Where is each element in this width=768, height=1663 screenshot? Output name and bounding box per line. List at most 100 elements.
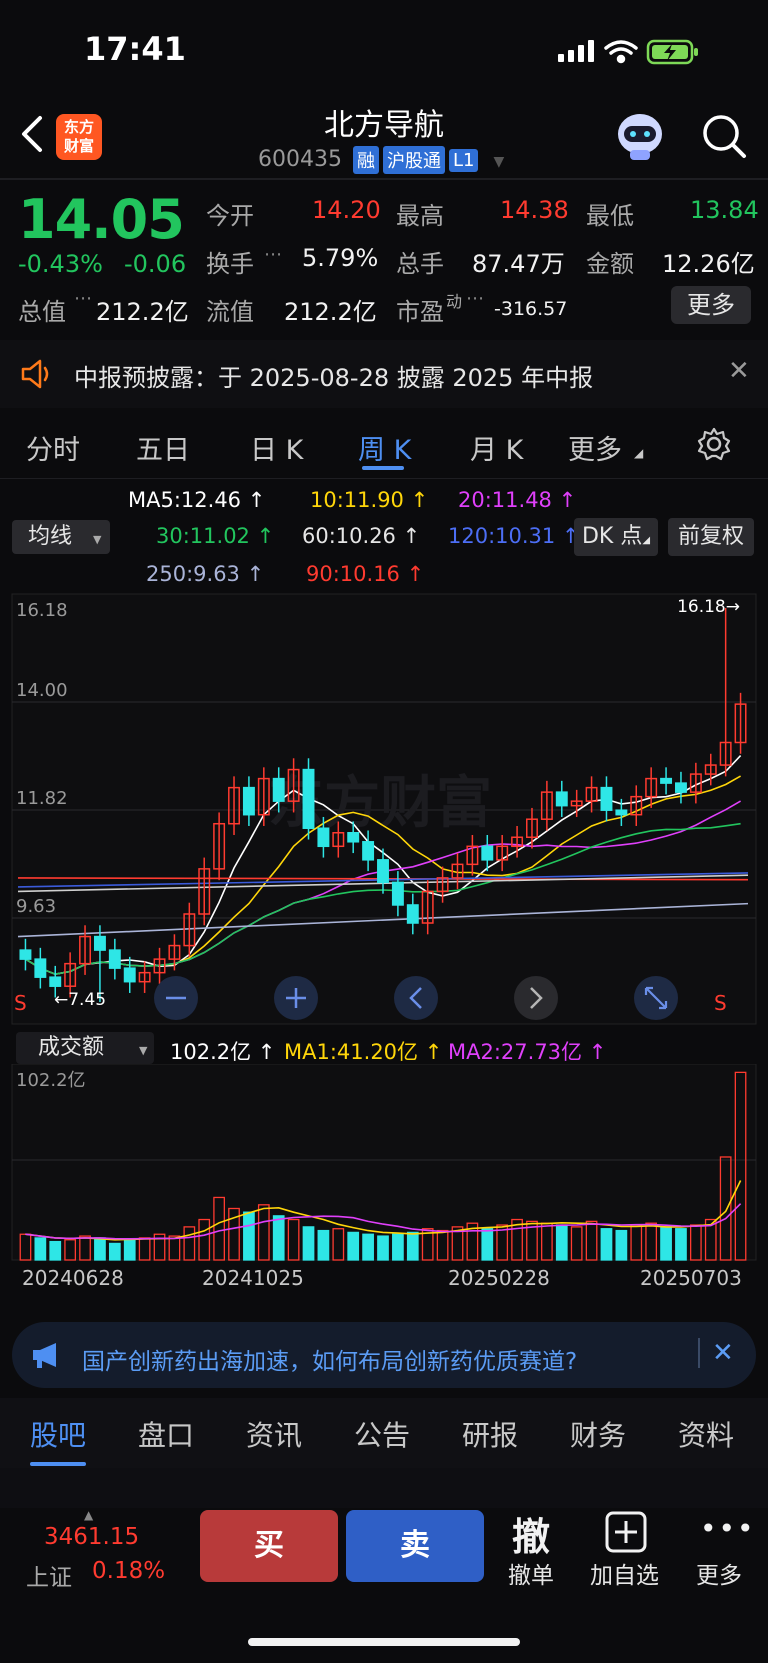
ma120-label: 120:10.31 ↑ (448, 524, 580, 548)
battery-icon (646, 39, 698, 65)
adjust-button[interactable]: 前复权 (668, 518, 754, 556)
caret-down-icon[interactable]: ▼ (493, 154, 504, 170)
low-value: 13.84 (690, 196, 759, 224)
tab-more[interactable]: 更多 (568, 428, 622, 467)
volume-bar (347, 1231, 360, 1261)
dk-point-button[interactable]: DK 点◢ (574, 518, 658, 556)
candle-body (242, 786, 255, 816)
market-cap-value: 212.2亿 (96, 298, 189, 326)
kline-chart[interactable]: 东方财富 16.18 14.00 11.82 9.63 16.18→ ←7.45… (0, 592, 768, 1030)
search-icon[interactable] (700, 112, 748, 160)
candle-body (108, 949, 121, 969)
tab-news[interactable]: 资讯 (246, 1414, 302, 1454)
volume-bar (302, 1226, 315, 1261)
active-tab-indicator (30, 1462, 86, 1466)
tab-announcements[interactable]: 公告 (354, 1414, 410, 1454)
low-label: 最低 (586, 202, 634, 230)
fullscreen-button[interactable] (634, 976, 678, 1020)
volume-chart[interactable]: 102.2亿 (0, 1064, 768, 1270)
tab-daily-k[interactable]: 日 K (250, 428, 303, 467)
turnover-label: 换手 (206, 250, 254, 278)
volume-value: 87.47万 (472, 250, 565, 278)
pe-label: 市盈 (396, 298, 444, 326)
more-dots-icon[interactable]: ••• (700, 1512, 756, 1545)
y-label-4: 9.63 (16, 896, 56, 917)
volume-ma2: MA2:27.73亿 ↑ (448, 1040, 607, 1064)
volume-bar (49, 1240, 62, 1261)
ma-dropdown[interactable]: 均线 ▼ (12, 520, 110, 554)
tag-margin: 融 (352, 146, 379, 174)
candle-body (317, 827, 330, 848)
speaker-icon (21, 359, 49, 389)
add-watchlist-icon[interactable] (604, 1510, 648, 1554)
volume-bar (243, 1211, 255, 1261)
volume-bar (272, 1215, 285, 1261)
divider (0, 178, 768, 180)
tab-weekly-k[interactable]: 周 K (358, 428, 411, 467)
high-label: 最高 (396, 202, 444, 230)
more-actions-label[interactable]: 更多 (696, 1556, 742, 1590)
change-amount: -0.06 (124, 250, 187, 278)
date-label-1: 20240628 (22, 1266, 124, 1290)
tab-research[interactable]: 研报 (462, 1414, 518, 1454)
tab-financials[interactable]: 财务 (570, 1414, 626, 1454)
candle-body (34, 958, 47, 978)
volume-bar (94, 1237, 106, 1261)
settings-gear-icon[interactable] (696, 426, 732, 462)
stock-code-row: 600435 融沪股通 L1 ▼ (258, 146, 504, 176)
ma-dropdown-label: 均线 (28, 524, 73, 549)
cancel-order-label[interactable]: 撤单 (508, 1556, 554, 1590)
date-label-3: 20250228 (448, 1266, 550, 1290)
volume-bar (481, 1228, 494, 1261)
candle-body (302, 768, 315, 829)
home-indicator (248, 1638, 520, 1646)
candle-body (555, 791, 568, 807)
volume-bar (392, 1233, 404, 1261)
float-cap-value: 212.2亿 (284, 298, 377, 326)
candle-body (391, 881, 404, 906)
robot-assistant-icon[interactable] (612, 110, 668, 162)
status-icons (558, 39, 698, 65)
ma90-label: 90:10.16 ↑ (306, 562, 425, 586)
min-price-marker: ←7.45 (54, 990, 106, 1010)
tab-intraday[interactable]: 分时 (26, 428, 80, 467)
close-icon[interactable]: ✕ (712, 1338, 734, 1368)
pe-superscript: 动 (446, 292, 463, 311)
ma10-label: 10:11.90 ↑ (310, 488, 429, 512)
close-icon[interactable]: ✕ (728, 356, 750, 386)
add-watchlist-label[interactable]: 加自选 (590, 1556, 659, 1590)
sell-button[interactable]: 卖 (346, 1510, 484, 1582)
scroll-right-button[interactable] (514, 976, 558, 1020)
info-icon[interactable]: ⋯ (466, 288, 484, 309)
buy-button[interactable]: 买 (200, 1510, 338, 1582)
ma60-label: 60:10.26 ↑ (302, 524, 421, 548)
notice-text: 中报预披露：于 2025-08-28 披露 2025 年中报 (74, 364, 594, 392)
tab-5day[interactable]: 五日 (136, 428, 190, 467)
amount-value: 12.26亿 (662, 250, 755, 278)
forum-preview (0, 1468, 768, 1508)
watermark-logo: 东方财富 (268, 771, 492, 836)
tab-forum[interactable]: 股吧 (30, 1414, 86, 1454)
scroll-left-button[interactable] (394, 976, 438, 1020)
info-icon[interactable]: ⋯ (74, 288, 92, 309)
info-icon[interactable]: ⋯ (264, 244, 282, 265)
cancel-order-icon[interactable]: 撤 (512, 1506, 550, 1561)
wifi-icon (604, 40, 638, 64)
tab-profile[interactable]: 资料 (678, 1414, 734, 1454)
ma5-label: MA5:12.46 ↑ (128, 488, 266, 512)
candle-body (362, 841, 375, 861)
tab-orderbook[interactable]: 盘口 (138, 1414, 194, 1454)
zoom-out-button[interactable] (154, 976, 198, 1020)
tag-connect: 沪股通 (382, 146, 445, 174)
tab-monthly-k[interactable]: 月 K (470, 428, 523, 467)
volume-bar (675, 1228, 687, 1261)
amount-label: 金额 (586, 250, 634, 278)
volume-indicator-dropdown[interactable]: 成交额 ▼ (16, 1032, 154, 1064)
stock-code: 600435 (258, 147, 342, 172)
index-value[interactable]: 3461.15 (44, 1524, 139, 1550)
change-percent: -0.43% (18, 250, 103, 278)
volume-bar (123, 1239, 136, 1261)
zoom-in-button[interactable] (274, 976, 318, 1020)
more-quote-button[interactable]: 更多 (671, 286, 751, 324)
candle-body (600, 786, 613, 811)
